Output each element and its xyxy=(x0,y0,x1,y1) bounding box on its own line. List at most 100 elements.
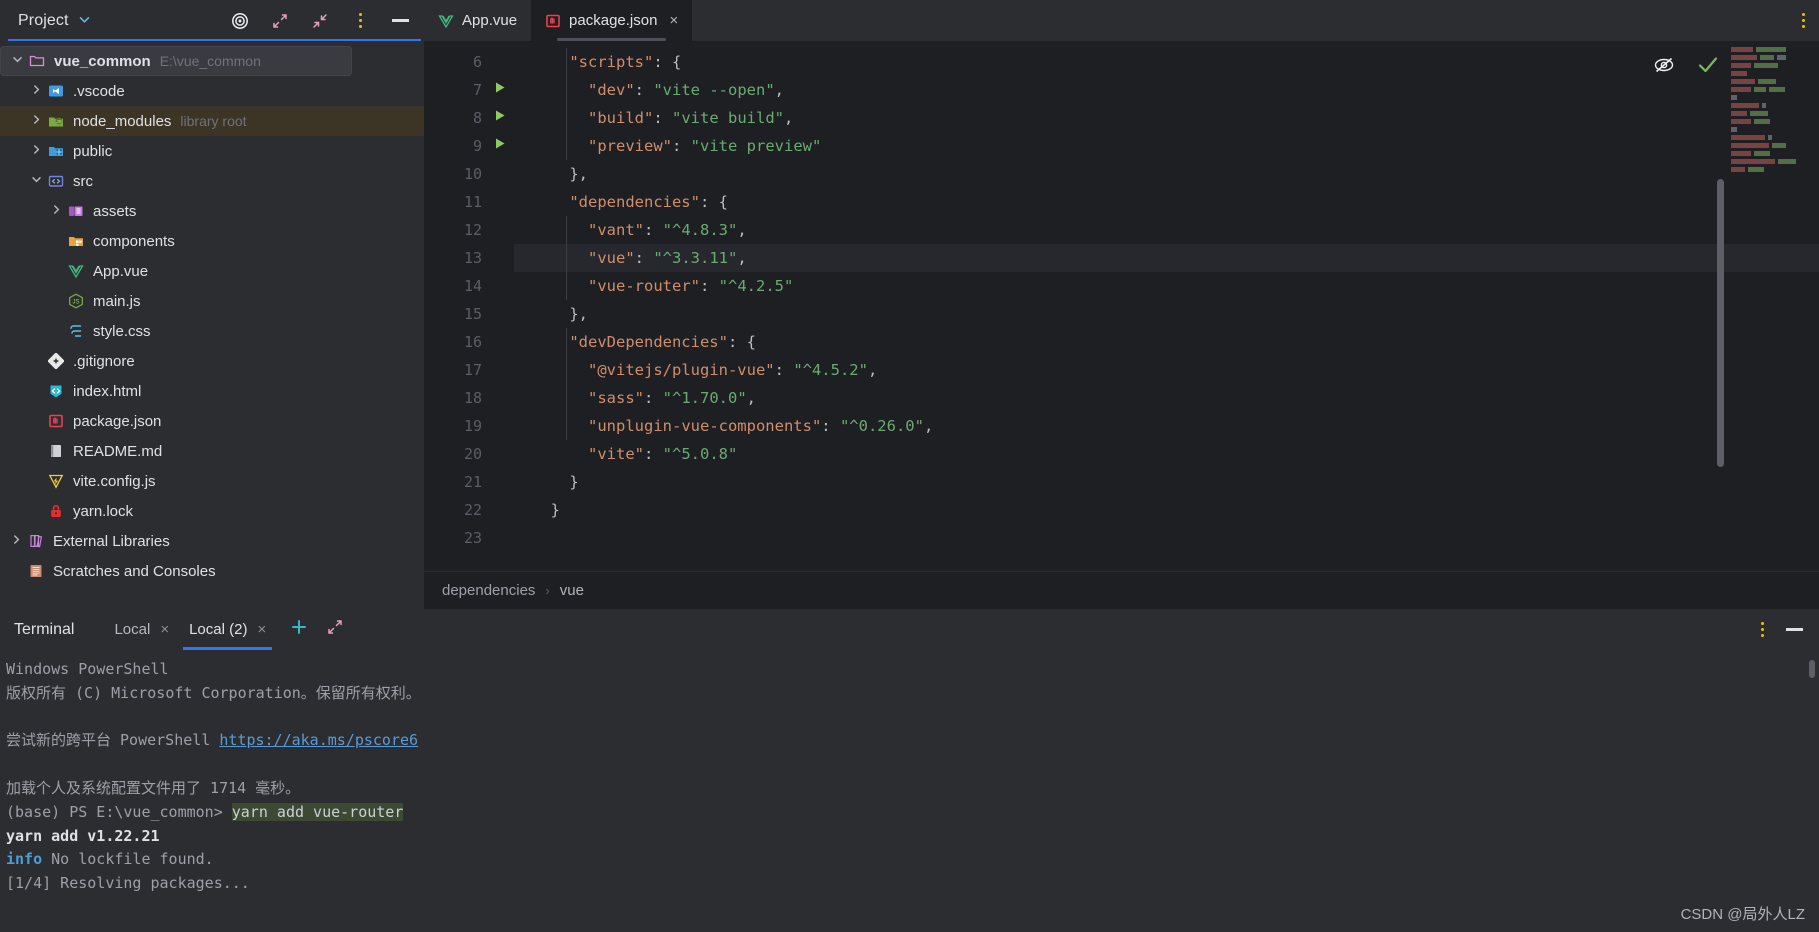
code-line[interactable]: "vant": "^4.8.3", xyxy=(514,216,1819,244)
terminal-link[interactable]: https://aka.ms/pscore6 xyxy=(219,731,418,749)
tree-item-src[interactable]: src xyxy=(0,166,424,196)
code-line[interactable]: "unplugin-vue-components": "^0.26.0", xyxy=(514,412,1819,440)
tree-item-label: main.js xyxy=(93,292,141,310)
run-script-icon[interactable] xyxy=(486,104,514,132)
maximize-terminal-icon[interactable] xyxy=(326,618,344,641)
code-line[interactable]: }, xyxy=(514,160,1819,188)
locate-target-icon[interactable] xyxy=(230,11,250,31)
terminal-right-actions xyxy=(1761,622,1819,637)
close-icon[interactable]: × xyxy=(669,12,678,29)
code-line[interactable]: } xyxy=(514,468,1819,496)
code-token: : xyxy=(821,417,840,435)
chevron-down-icon[interactable] xyxy=(78,13,91,28)
chevron-right-icon[interactable] xyxy=(26,84,46,98)
terminal-output[interactable]: Windows PowerShell 版权所有 (C) Microsoft Cor… xyxy=(0,650,1819,932)
code-line[interactable]: "sass": "^1.70.0", xyxy=(514,384,1819,412)
tree-item-assets[interactable]: assets xyxy=(0,196,424,226)
chevron-right-icon[interactable] xyxy=(26,144,46,158)
collapse-all-icon[interactable] xyxy=(310,11,330,31)
terminal-tab-list: Local × Local (2) × xyxy=(104,609,276,650)
code-line[interactable]: "scripts": { xyxy=(514,48,1819,76)
tree-item-style-css[interactable]: style.css xyxy=(0,316,424,346)
expand-all-icon[interactable] xyxy=(270,11,290,31)
inspections-hidden-icon[interactable] xyxy=(1653,55,1675,80)
tree-item-vscode[interactable]: .vscode xyxy=(0,76,424,106)
close-icon[interactable]: × xyxy=(257,621,266,638)
editor-run-gutter[interactable] xyxy=(486,41,514,571)
chevron-right-icon[interactable] xyxy=(6,534,26,548)
assets-folder-icon xyxy=(66,203,86,219)
code-line[interactable]: "preview": "vite preview" xyxy=(514,132,1819,160)
editor-code[interactable]: "scripts": { "dev": "vite --open", "buil… xyxy=(514,41,1819,571)
code-line[interactable]: "dependencies": { xyxy=(514,188,1819,216)
node-modules-folder-icon: JS xyxy=(46,113,66,129)
public-folder-icon xyxy=(46,143,66,159)
chevron-right-icon[interactable] xyxy=(46,204,66,218)
code-line[interactable]: "devDependencies": { xyxy=(514,328,1819,356)
editor-tab-label: App.vue xyxy=(462,12,518,29)
code-line[interactable]: }, xyxy=(514,300,1819,328)
top-region: Project vue_common E:\vue_common .vscode… xyxy=(0,0,1819,609)
editor-minimap[interactable] xyxy=(1731,47,1805,172)
more-options-icon[interactable] xyxy=(350,11,370,31)
tree-item-secondary-label: E:\vue_common xyxy=(159,53,261,69)
code-line[interactable]: "dev": "vite --open", xyxy=(514,76,1819,104)
code-line[interactable]: } xyxy=(514,496,1819,524)
code-token: , xyxy=(746,389,757,407)
tree-item-package-json[interactable]: package.json xyxy=(0,406,424,436)
code-line[interactable]: "vue": "^3.3.11", xyxy=(514,244,1819,272)
breadcrumb-item[interactable]: vue xyxy=(560,582,584,599)
git-file-icon xyxy=(46,353,66,369)
close-icon[interactable]: × xyxy=(160,621,169,638)
code-token: "unplugin-vue-components" xyxy=(588,417,822,435)
tree-item-gitignore[interactable]: .gitignore xyxy=(0,346,424,376)
code-line[interactable]: "vite": "^5.0.8" xyxy=(514,440,1819,468)
editor-body[interactable]: 6 7 8 9 10 11 12 13 14 15 16 17 18 19 20 21 22 23 "script… xyxy=(424,41,1819,571)
breadcrumb-item[interactable]: dependencies xyxy=(442,582,535,599)
lock-file-icon xyxy=(46,503,66,519)
code-line[interactable]: "@vitejs/plugin-vue": "^4.5.2", xyxy=(514,356,1819,384)
code-line[interactable]: "build": "vite build", xyxy=(514,104,1819,132)
terminal-tab-local[interactable]: Local × xyxy=(104,609,179,650)
minimize-panel-icon[interactable] xyxy=(1786,628,1803,631)
tree-item-app-vue[interactable]: App.vue xyxy=(0,256,424,286)
tree-item-node-modules[interactable]: JS node_modules library root xyxy=(0,106,424,136)
chevron-down-icon[interactable] xyxy=(7,54,27,68)
tree-item-public[interactable]: public xyxy=(0,136,424,166)
gutter-spacer xyxy=(486,328,514,356)
tree-item-components[interactable]: components xyxy=(0,226,424,256)
breadcrumb[interactable]: dependencies › vue xyxy=(424,571,1819,609)
code-line[interactable] xyxy=(514,524,1819,552)
terminal-text: (base) PS E:\vue_common> xyxy=(6,802,232,821)
no-problems-checkmark-icon[interactable] xyxy=(1697,55,1719,80)
run-script-icon[interactable] xyxy=(486,76,514,104)
chevron-right-icon[interactable] xyxy=(26,114,46,128)
editor-tab-package-json[interactable]: package.json × xyxy=(531,0,693,41)
code-token: "^4.8.3" xyxy=(662,221,738,239)
code-line[interactable]: "vue-router": "^4.2.5" xyxy=(514,272,1819,300)
tree-item-scratches-and-consoles[interactable]: Scratches and Consoles xyxy=(0,556,424,586)
more-options-icon[interactable] xyxy=(1802,13,1805,28)
terminal-scrollbar[interactable] xyxy=(1809,660,1815,678)
add-terminal-icon[interactable] xyxy=(290,618,308,641)
more-options-icon[interactable] xyxy=(1761,622,1764,637)
project-panel-actions xyxy=(230,11,414,31)
tree-item-yarn-lock[interactable]: yarn.lock xyxy=(0,496,424,526)
run-script-icon[interactable] xyxy=(486,132,514,160)
tree-item-vue-common[interactable]: vue_common E:\vue_common xyxy=(0,46,352,76)
editor-vertical-scrollbar[interactable] xyxy=(1717,179,1724,467)
tree-item-index-html[interactable]: index.html xyxy=(0,376,424,406)
terminal-tab-local-2[interactable]: Local (2) × xyxy=(179,609,276,650)
tree-item-main-js[interactable]: JS main.js xyxy=(0,286,424,316)
editor-tab-app-vue[interactable]: App.vue xyxy=(424,0,531,41)
tree-item-vite-config-js[interactable]: vite.config.js xyxy=(0,466,424,496)
gutter-spacer xyxy=(486,384,514,412)
terminal-line: [1/4] Resolving packages... xyxy=(6,872,1819,896)
tree-item-label: vue_common xyxy=(54,52,151,70)
hide-panel-icon[interactable] xyxy=(390,11,410,31)
tree-item-external-libraries[interactable]: External Libraries xyxy=(0,526,424,556)
chevron-down-icon[interactable] xyxy=(26,174,46,188)
tree-item-readme-md[interactable]: README.md xyxy=(0,436,424,466)
line-number: 16 xyxy=(463,333,482,351)
